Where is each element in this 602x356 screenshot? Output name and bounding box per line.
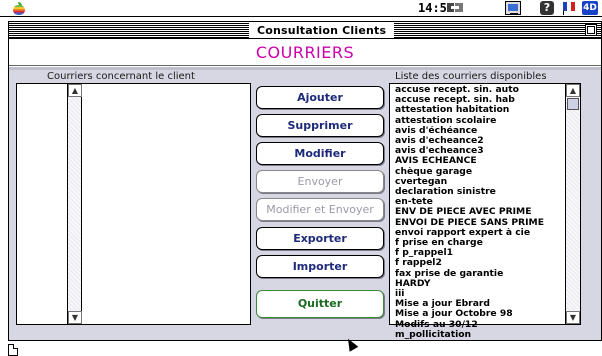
modify-and-send-button[interactable]: Modifier et Envoyer — [256, 198, 384, 221]
page-title: COURRIERS — [255, 43, 355, 62]
list-item[interactable]: avis d'échéance — [395, 126, 565, 136]
list-item[interactable]: envoi rapport expert à cie — [395, 228, 565, 238]
sync-icon[interactable] — [447, 1, 463, 15]
list-item[interactable]: accuse recept. sin. hab — [395, 95, 565, 105]
client-letters-label: Courriers concernant le client — [47, 71, 195, 82]
scroll-down-arrow-icon[interactable]: ▼ — [68, 311, 82, 324]
scroll-thumb[interactable] — [567, 98, 579, 110]
list-item[interactable]: declaration sinistre — [395, 187, 565, 197]
client-letters-list[interactable]: ▲ ▼ — [16, 83, 251, 325]
list-item[interactable]: m_pollicitation — [395, 330, 565, 340]
available-letters-scrollbar[interactable]: ▲ ▼ — [565, 84, 580, 324]
scroll-down-arrow-icon[interactable]: ▼ — [566, 311, 580, 324]
content-area: Courriers concernant le client Liste des… — [9, 67, 601, 340]
list-item[interactable]: Modifs au 30/12 — [395, 320, 565, 330]
list-item[interactable]: attestation scolaire — [395, 116, 565, 126]
modify-button[interactable]: Modifier — [256, 142, 384, 165]
available-letters-items: accuse recept. sin. auto accuse recept. … — [395, 85, 565, 340]
available-letters-list[interactable]: accuse recept. sin. auto accuse recept. … — [389, 83, 581, 340]
apple-menu-icon[interactable] — [13, 2, 25, 15]
document-icon[interactable] — [8, 344, 18, 356]
section-header: COURRIERS — [9, 40, 601, 66]
list-item[interactable]: ENVOI DE PIECE SANS PRIME — [395, 218, 565, 228]
export-button[interactable]: Exporter — [256, 227, 384, 250]
list-item[interactable]: accuse recept. sin. auto — [395, 85, 565, 95]
list-item[interactable]: cvertegan — [395, 177, 565, 187]
list-item[interactable]: ENV DE PIECE AVEC PRIME — [395, 207, 565, 217]
import-button[interactable]: Importer — [256, 255, 384, 278]
client-letters-scrollbar[interactable]: ▲ ▼ — [67, 84, 82, 324]
flag-icon[interactable] — [563, 1, 575, 15]
zoom-box-icon[interactable] — [585, 24, 597, 36]
consultation-window: Consultation Clients COURRIERS Courriers… — [8, 21, 602, 341]
list-item[interactable]: f prise en charge — [395, 238, 565, 248]
quit-button[interactable]: Quitter — [256, 290, 384, 318]
list-item[interactable]: f rappel2 — [395, 258, 565, 268]
list-item[interactable]: HARDY — [395, 279, 565, 289]
monitor-icon[interactable] — [505, 1, 521, 15]
window-titlebar[interactable]: Consultation Clients — [9, 22, 601, 39]
list-item[interactable]: fax prise de garantie — [395, 269, 565, 279]
add-button[interactable]: Ajouter — [256, 86, 384, 109]
scroll-up-arrow-icon[interactable]: ▲ — [68, 84, 82, 97]
help-icon[interactable]: ? — [540, 1, 554, 15]
list-item[interactable]: f p_rappel1 — [395, 248, 565, 258]
available-letters-label: Liste des courriers disponibles — [395, 71, 547, 82]
list-item[interactable]: chèque garage — [395, 167, 565, 177]
list-item[interactable]: en-tete — [395, 197, 565, 207]
list-item[interactable]: iii — [395, 289, 565, 299]
menu-bar: 14:57 ? 4D — [0, 0, 602, 17]
list-item[interactable]: avis d'echeance3 — [395, 146, 565, 156]
window-title: Consultation Clients — [249, 23, 395, 38]
list-item[interactable]: avis d'echeance2 — [395, 136, 565, 146]
scroll-up-arrow-icon[interactable]: ▲ — [566, 84, 580, 97]
list-item[interactable]: AVIS ECHEANCE — [395, 156, 565, 166]
list-item[interactable]: attestation habitation — [395, 105, 565, 115]
delete-button[interactable]: Supprimer — [256, 114, 384, 137]
app-icon[interactable]: 4D — [582, 1, 598, 15]
send-button[interactable]: Envoyer — [256, 170, 384, 193]
list-item[interactable]: Mise a jour Octobre 98 — [395, 309, 565, 319]
list-item[interactable]: Mise a jour Ebrard — [395, 299, 565, 309]
